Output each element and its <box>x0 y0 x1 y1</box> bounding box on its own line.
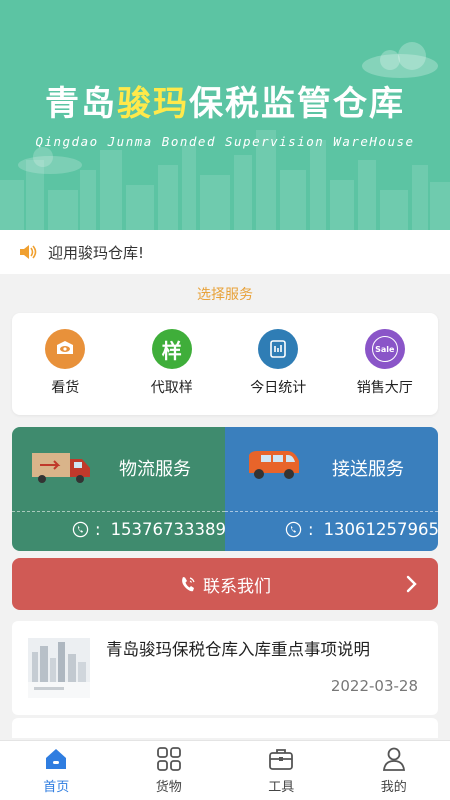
cloud-icon <box>362 42 438 78</box>
phone-icon <box>285 521 302 538</box>
van-icon <box>249 451 299 479</box>
section-title: 选择服务 <box>197 287 253 303</box>
sample-icon: 样 <box>151 329 192 369</box>
tab-tools[interactable]: 工具 <box>225 741 338 800</box>
truck-icon <box>32 453 90 483</box>
user-icon <box>382 747 405 771</box>
header-banner: 青岛骏玛保税监管仓库 Qingdao Junma Bonded Supervis… <box>0 0 450 230</box>
news-item[interactable] <box>12 718 438 738</box>
contact-label: 联系我们 <box>203 576 271 597</box>
shuttle-phone[interactable]: :13061257965 <box>285 520 439 539</box>
service-stats[interactable]: 今日统计 <box>225 313 332 415</box>
card-divider <box>225 511 438 512</box>
grid-icon <box>156 747 181 771</box>
news-item[interactable]: 青岛骏玛保税仓库入库重点事项说明 2022-03-28 <box>12 621 438 715</box>
service-label: 看货 <box>51 380 80 396</box>
tab-mine[interactable]: 我的 <box>338 741 450 800</box>
services-card: 看货 样 代取样 今日统计 Sale 销售大厅 <box>12 313 438 415</box>
news-title: 青岛骏玛保税仓库入库重点事项说明 <box>106 640 370 659</box>
tab-goods[interactable]: 货物 <box>113 741 226 800</box>
chevron-right-icon <box>406 575 417 593</box>
logistics-title: 物流服务 <box>119 459 191 480</box>
contact-us-button[interactable]: 联系我们 <box>12 558 438 610</box>
service-view-goods[interactable]: 看货 <box>12 313 119 415</box>
logistics-phone[interactable]: :15376733389 <box>72 520 226 539</box>
shuttle-title: 接送服务 <box>332 459 404 480</box>
notice-bar[interactable]: 迎用骏玛仓库! <box>0 230 450 274</box>
bottom-tab-bar: 首页 货物 工具 我的 <box>0 740 450 800</box>
phone-icon <box>72 521 89 538</box>
speaker-icon <box>20 245 37 259</box>
service-label: 今日统计 <box>250 380 307 396</box>
home-icon <box>46 749 67 769</box>
tab-home[interactable]: 首页 <box>0 741 113 800</box>
eye-box-icon <box>45 329 86 369</box>
service-sales-hall[interactable]: Sale 销售大厅 <box>332 313 439 415</box>
notice-text: 迎用骏玛仓库! <box>48 243 145 262</box>
banner-subtitle: Qingdao Junma Bonded Supervision WareHou… <box>35 134 415 149</box>
news-date: 2022-03-28 <box>330 677 418 695</box>
logistics-service-card[interactable]: 物流服务 :15376733389 <box>12 427 226 551</box>
news-thumbnail <box>28 638 90 698</box>
service-sample[interactable]: 样 代取样 <box>119 313 226 415</box>
service-label: 销售大厅 <box>356 380 413 396</box>
tab-label: 首页 <box>43 780 70 795</box>
tab-label: 我的 <box>380 780 407 795</box>
shuttle-service-card[interactable]: 接送服务 :13061257965 <box>225 427 439 551</box>
service-label: 代取样 <box>150 380 193 396</box>
phone-icon <box>182 577 195 592</box>
tab-label: 工具 <box>268 780 295 795</box>
tab-label: 货物 <box>155 780 182 795</box>
toolbox-icon <box>269 749 294 770</box>
banner-title: 青岛骏玛保税监管仓库 <box>45 84 405 124</box>
sale-icon: Sale <box>364 329 405 369</box>
card-divider <box>12 511 225 512</box>
stats-icon <box>258 329 299 369</box>
